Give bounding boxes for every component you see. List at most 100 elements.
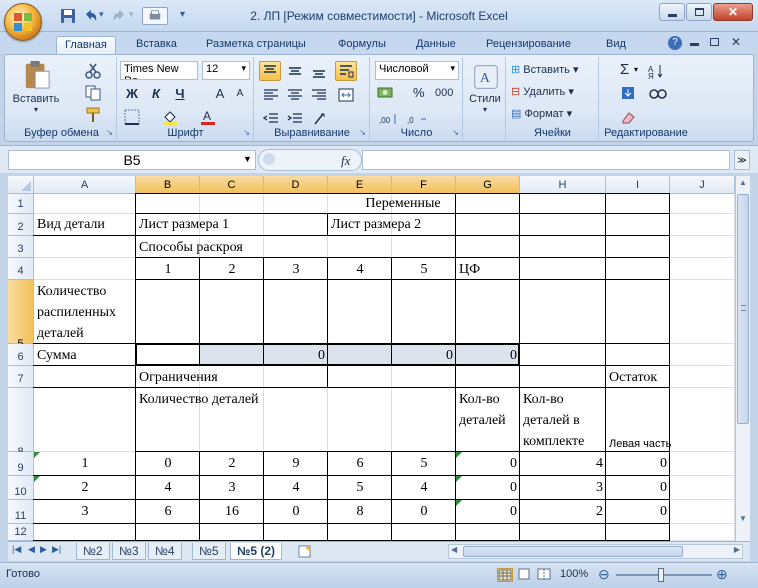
prev-sheet-icon[interactable]: ◀ xyxy=(28,544,35,555)
cell-i7[interactable]: Остаток xyxy=(609,369,657,386)
close-button[interactable]: ✕ xyxy=(713,3,753,21)
underline-button[interactable]: Ч xyxy=(170,85,190,103)
row-header-2[interactable]: 2 xyxy=(8,214,34,236)
cell-a5[interactable]: деталей xyxy=(37,325,84,342)
format-cells-button[interactable]: ▤ Формат ▾ xyxy=(511,107,572,120)
align-center-icon[interactable] xyxy=(287,87,303,103)
row-header-1[interactable]: 1 xyxy=(8,194,34,214)
row-header-6[interactable]: 6 xyxy=(8,344,34,366)
cell-a11[interactable]: 3 xyxy=(34,503,136,520)
column-header-d[interactable]: D xyxy=(264,176,328,194)
cell-f11[interactable]: 0 xyxy=(392,503,456,520)
text-orientation-icon[interactable] xyxy=(313,111,333,127)
sheet-tab-5[interactable]: №5 xyxy=(192,543,226,560)
decrease-indent-icon[interactable] xyxy=(263,111,279,127)
fill-icon[interactable] xyxy=(620,85,636,101)
cell-f4[interactable]: 5 xyxy=(392,261,456,278)
cell-a10[interactable]: 2 xyxy=(34,479,136,496)
decrease-decimal-icon[interactable]: ,0 xyxy=(407,111,427,127)
row-header-7[interactable]: 7 xyxy=(8,366,34,388)
sheet-tab-2[interactable]: №2 xyxy=(76,543,110,560)
cell-b10[interactable]: 4 xyxy=(136,479,200,496)
autosum-button[interactable]: Σ xyxy=(620,61,629,78)
cell-d4[interactable]: 3 xyxy=(264,261,328,278)
cell-h8[interactable]: Кол-во xyxy=(523,391,564,408)
align-bottom-icon[interactable] xyxy=(311,63,327,79)
cell-g9[interactable]: 0 xyxy=(456,455,520,472)
tab-insert[interactable]: Вставка xyxy=(128,36,185,54)
cell-c9[interactable]: 2 xyxy=(200,455,264,472)
number-format-select[interactable]: Числовой ▾ xyxy=(375,61,459,80)
borders-icon[interactable] xyxy=(124,109,140,125)
italic-button[interactable]: К xyxy=(146,85,166,103)
currency-format-icon[interactable] xyxy=(377,85,395,101)
cell-b9[interactable]: 0 xyxy=(136,455,200,472)
cell-a5[interactable]: Количество xyxy=(37,283,106,300)
cell-g4[interactable]: ЦФ xyxy=(459,261,480,278)
number-launcher-icon[interactable]: ↘ xyxy=(452,128,459,137)
column-header-i[interactable]: I xyxy=(606,176,670,194)
column-header-h[interactable]: H xyxy=(520,176,606,194)
cell-f6[interactable]: 0 xyxy=(328,347,456,364)
align-left-icon[interactable] xyxy=(263,87,279,103)
cell-c1[interactable]: Переменные xyxy=(136,195,670,212)
shrink-font-button[interactable]: A xyxy=(232,87,248,103)
zoom-level[interactable]: 100% xyxy=(560,568,588,580)
vertical-scrollbar[interactable]: ▲ ▼ xyxy=(735,176,750,541)
cell-e2[interactable]: Лист размера 2 xyxy=(331,216,421,233)
expand-formula-bar-icon[interactable]: ≫ xyxy=(734,150,750,170)
cell-a2[interactable]: Вид детали xyxy=(37,216,105,233)
cell-f9[interactable]: 5 xyxy=(392,455,456,472)
cell-g6[interactable]: 0 xyxy=(456,347,520,364)
cell-i8[interactable]: Левая часть xyxy=(609,438,671,450)
sort-filter-icon[interactable]: AЯ xyxy=(648,63,668,79)
cell-g11[interactable]: 0 xyxy=(456,503,520,520)
percent-button[interactable]: % xyxy=(413,85,425,100)
font-name-select[interactable]: Times New Ro xyxy=(120,61,198,80)
grow-font-button[interactable]: A xyxy=(212,85,228,103)
tab-view[interactable]: Вид xyxy=(598,36,634,54)
cell-b2[interactable]: Лист размера 1 xyxy=(139,216,229,233)
cell-b8[interactable]: Количество деталей xyxy=(139,391,259,408)
formula-input[interactable] xyxy=(362,150,730,170)
align-middle-icon[interactable] xyxy=(287,63,303,79)
maximize-button[interactable] xyxy=(686,3,712,21)
cell-f10[interactable]: 4 xyxy=(392,479,456,496)
column-header-a[interactable]: A xyxy=(34,176,136,194)
clipboard-launcher-icon[interactable]: ↘ xyxy=(106,128,113,137)
cell-g8[interactable]: деталей xyxy=(459,412,506,429)
cell-h11[interactable]: 2 xyxy=(520,503,606,520)
cell-g10[interactable]: 0 xyxy=(456,479,520,496)
bold-button[interactable]: Ж xyxy=(122,85,142,103)
minimize-button[interactable] xyxy=(659,3,685,21)
name-box[interactable]: B5 xyxy=(8,150,256,170)
cell-d9[interactable]: 9 xyxy=(264,455,328,472)
office-button[interactable] xyxy=(4,3,42,41)
hscroll-thumb[interactable] xyxy=(463,546,683,557)
font-launcher-icon[interactable]: ↘ xyxy=(243,128,250,137)
workbook-minimize-icon[interactable] xyxy=(690,43,699,46)
orientation-button[interactable] xyxy=(335,61,357,81)
column-header-j[interactable]: J xyxy=(670,176,735,194)
row-header-9[interactable]: 9 xyxy=(8,452,34,476)
scroll-down-icon[interactable]: ▼ xyxy=(737,514,749,526)
cell-h9[interactable]: 4 xyxy=(520,455,606,472)
cut-icon[interactable] xyxy=(85,63,101,79)
alignment-launcher-icon[interactable]: ↘ xyxy=(359,128,366,137)
workbook-close-icon[interactable]: ✕ xyxy=(731,35,741,49)
help-icon[interactable]: ? xyxy=(668,36,682,50)
cell-b7[interactable]: Ограничения xyxy=(139,369,218,386)
cell-e4[interactable]: 4 xyxy=(328,261,392,278)
column-header-c[interactable]: C xyxy=(200,176,264,194)
delete-cells-button[interactable]: ⊟ Удалить ▾ xyxy=(511,85,574,98)
horizontal-scrollbar[interactable]: ◀ ▶ xyxy=(448,544,743,559)
scroll-up-icon[interactable]: ▲ xyxy=(737,178,749,190)
cell-c11[interactable]: 16 xyxy=(200,503,264,520)
cell-h8[interactable]: деталей в xyxy=(523,412,580,429)
sheet-tab-4[interactable]: №4 xyxy=(148,543,182,560)
fill-color-icon[interactable] xyxy=(162,109,178,125)
zoom-slider[interactable] xyxy=(616,574,712,576)
column-header-f[interactable]: F xyxy=(392,176,456,194)
cell-d11[interactable]: 0 xyxy=(264,503,328,520)
scroll-thumb[interactable] xyxy=(737,194,749,424)
